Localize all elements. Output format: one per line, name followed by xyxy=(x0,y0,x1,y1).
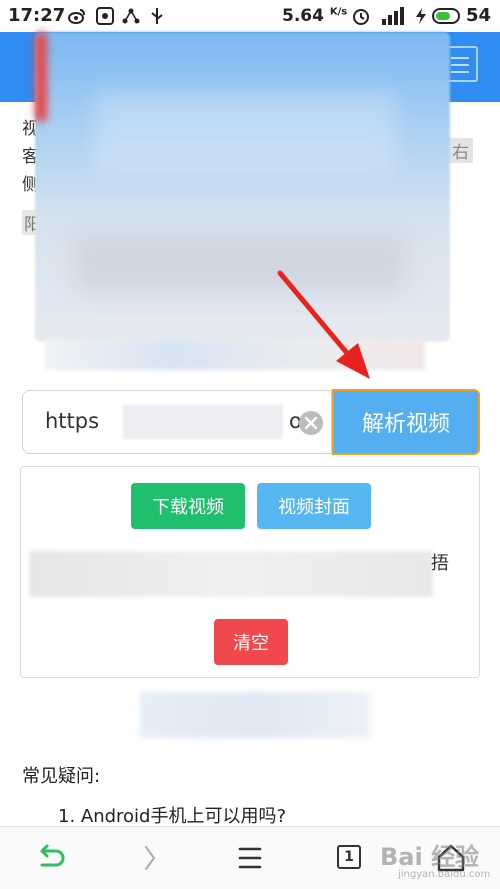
result-panel: 下载视频 视频封面 捂 清空 xyxy=(20,466,480,678)
usb-icon xyxy=(151,8,163,24)
forward-icon[interactable] xyxy=(132,841,166,875)
weibo-icon xyxy=(68,9,85,24)
watermark-url: jingyan.baidu.com xyxy=(398,869,491,880)
bottom-nav: 1 Bai 经验 jingyan.baidu.com xyxy=(0,826,500,889)
faq-title: 常见疑问: xyxy=(22,766,101,787)
battery-level: 54 xyxy=(466,5,492,26)
video-url-input[interactable]: https o xyxy=(22,390,332,454)
charging-icon xyxy=(416,8,426,24)
result-text-end: 捂 xyxy=(431,553,449,574)
clear-button[interactable]: 清空 xyxy=(214,619,288,665)
tabs-button[interactable]: 1 xyxy=(337,845,361,869)
signal-icon xyxy=(382,7,404,25)
url-redacted xyxy=(123,405,283,439)
menu-icon[interactable] xyxy=(233,841,267,875)
alarm-icon xyxy=(353,9,369,25)
blurred-overlay xyxy=(35,32,450,342)
clear-input-icon[interactable] xyxy=(299,411,323,435)
parse-video-button[interactable]: 解析视频 xyxy=(332,389,480,455)
download-video-button[interactable]: 下载视频 xyxy=(131,483,245,529)
network-speed: 5.64 K/s xyxy=(282,6,348,26)
watermark-text: Bai 经验 xyxy=(380,843,480,871)
video-cover-button[interactable]: 视频封面 xyxy=(257,483,371,529)
app-notification-icon xyxy=(96,7,114,25)
url-value-start: https xyxy=(45,409,100,433)
result-text-redacted xyxy=(29,551,433,597)
intro-text-right: 右 xyxy=(448,138,473,163)
battery-icon xyxy=(432,8,460,24)
red-arrow-icon xyxy=(277,270,370,379)
status-bar: 17:27 5.64 K/s 54 xyxy=(0,0,500,32)
back-icon[interactable] xyxy=(34,841,68,875)
faq-item[interactable]: 1. Android手机上可以用吗? xyxy=(58,802,286,828)
blurred-footer xyxy=(140,692,370,738)
status-time: 17:27 xyxy=(8,5,66,26)
share-icon xyxy=(122,8,140,24)
